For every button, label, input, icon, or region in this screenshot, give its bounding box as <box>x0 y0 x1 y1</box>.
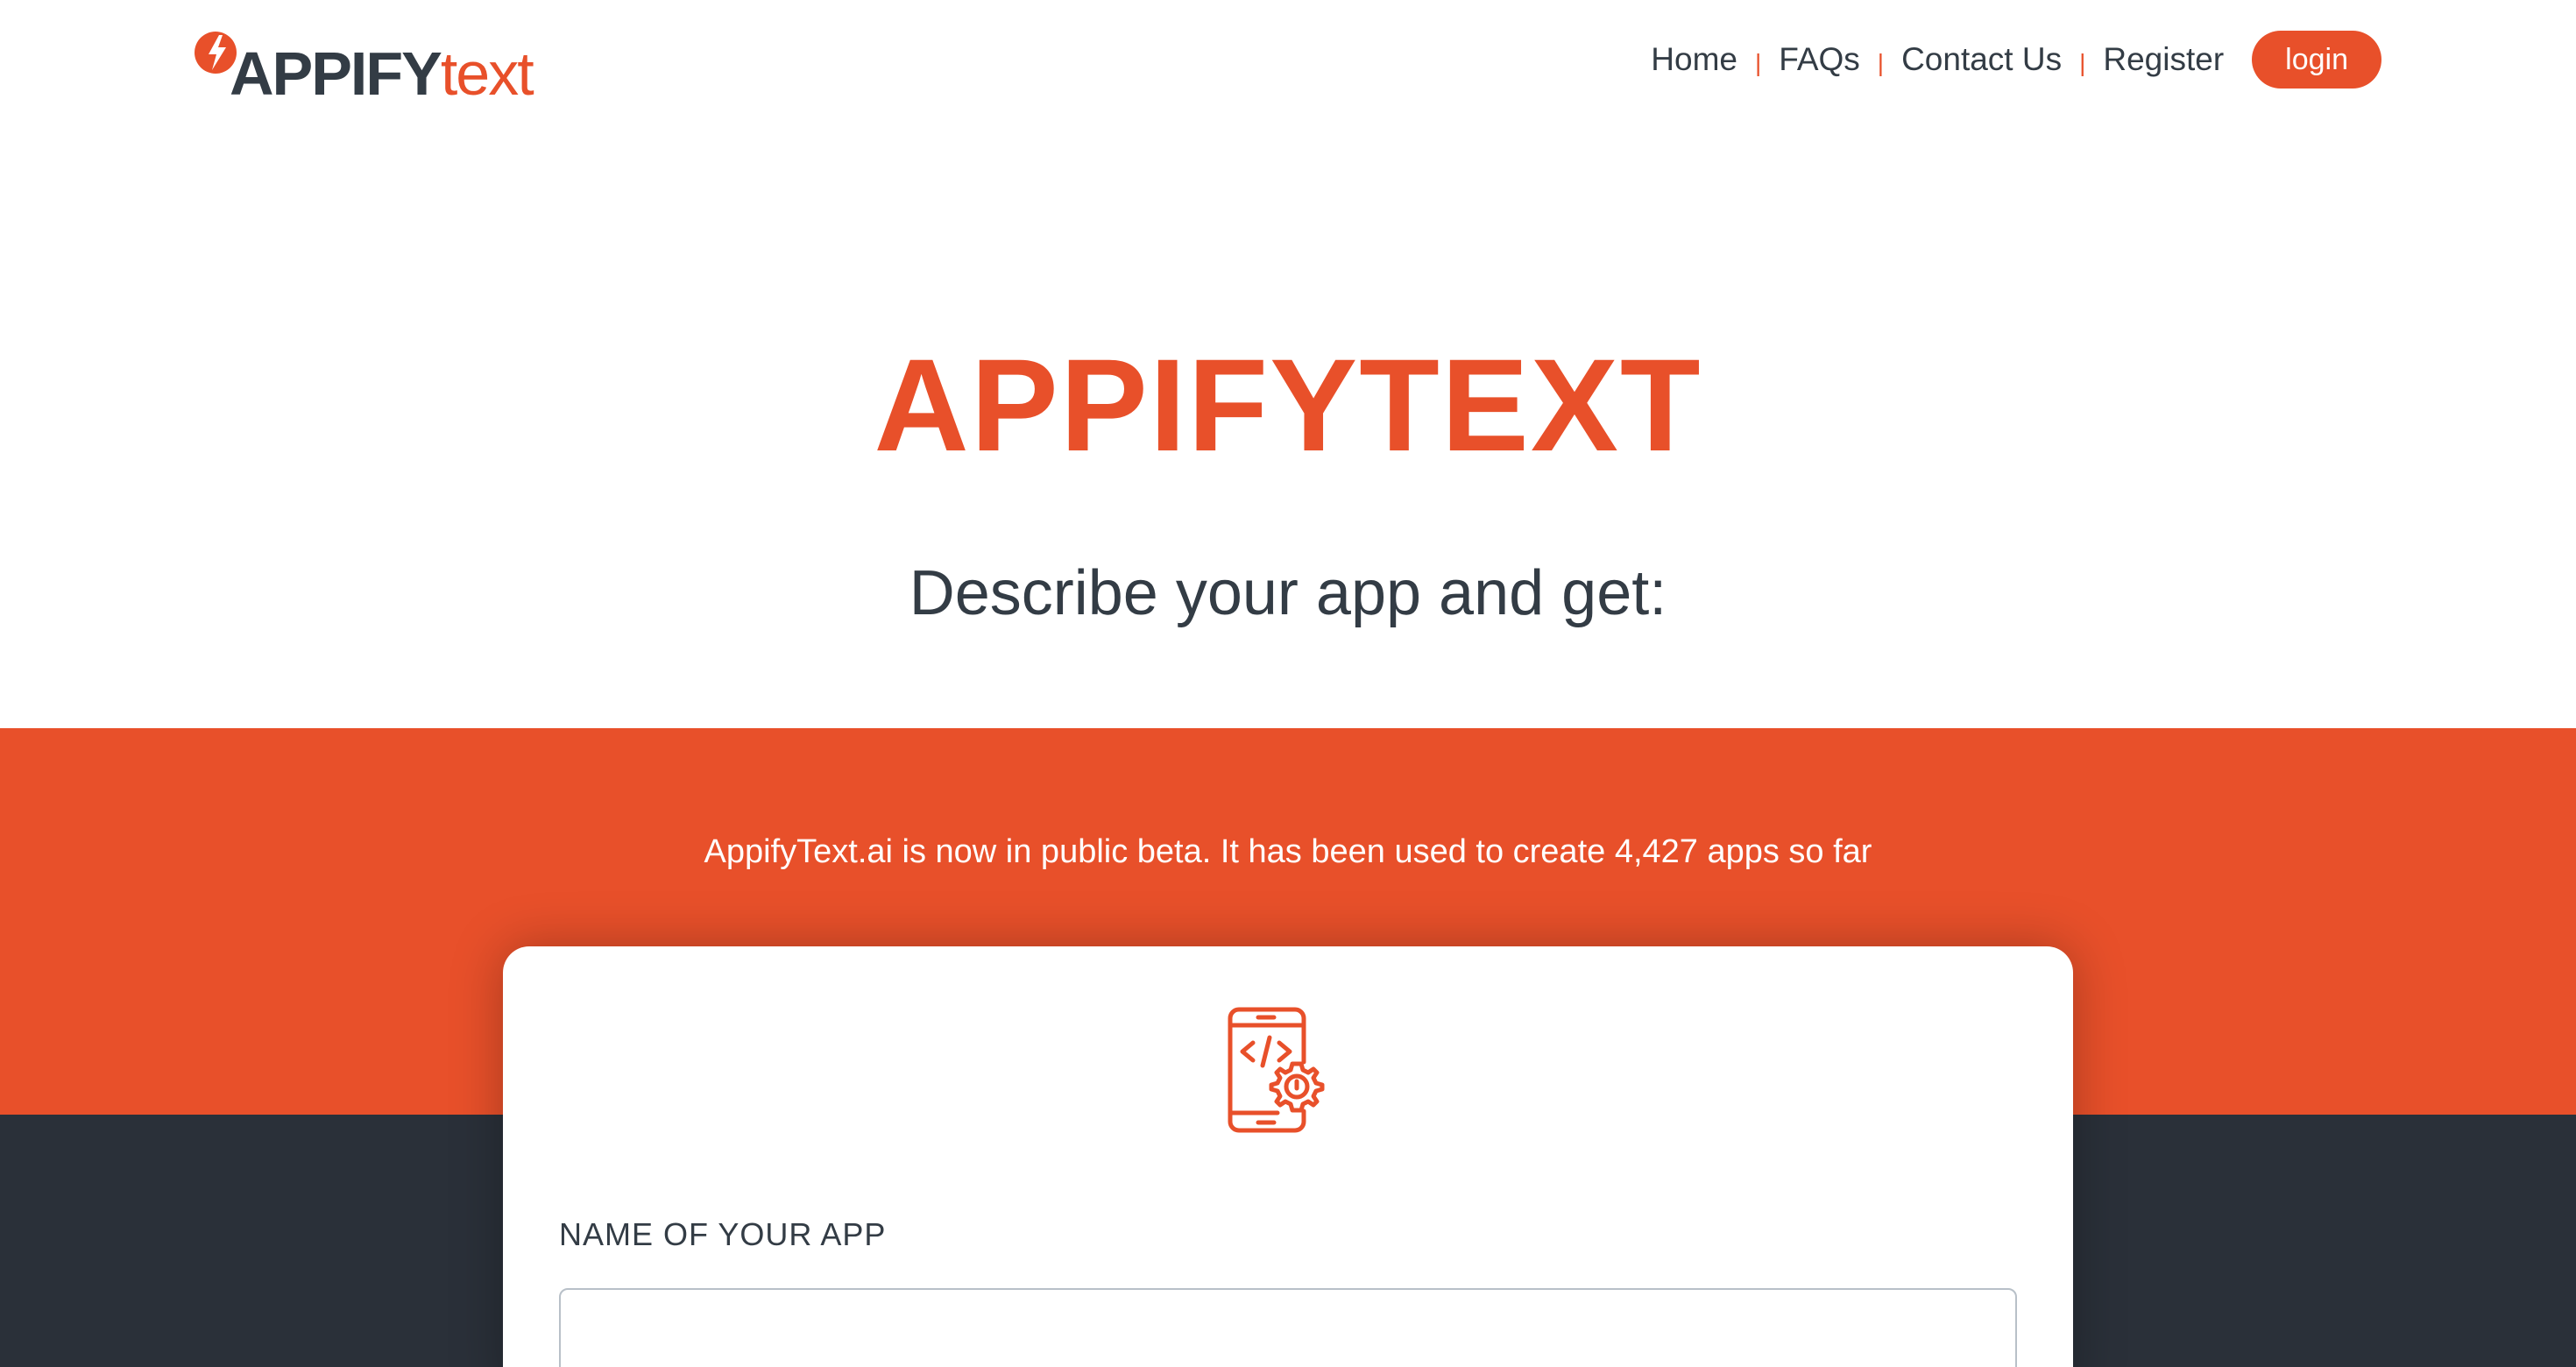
app-name-input[interactable] <box>559 1288 2017 1367</box>
logo-word-light: text <box>440 39 534 108</box>
nav-contact-link[interactable]: Contact Us <box>1901 30 2062 89</box>
logo-wordmark: APPIFYtext <box>230 39 534 109</box>
nav-faqs-link[interactable]: FAQs <box>1779 30 1860 89</box>
hero-title: APPIFYTEXT <box>874 331 1702 478</box>
hero-subtitle: Describe your app and get: <box>909 558 1667 628</box>
nav-home-link[interactable]: Home <box>1651 30 1737 89</box>
main-nav: Home | FAQs | Contact Us | Register logi… <box>1651 30 2381 89</box>
logo-word-bold: APPIFY <box>230 39 442 108</box>
nav-separator: | <box>1877 49 1885 76</box>
nav-separator: | <box>2079 49 2086 76</box>
logo[interactable]: APPIFYtext <box>193 25 561 108</box>
app-name-label: NAME OF YOUR APP <box>559 1216 887 1252</box>
mobile-code-gear-icon <box>1228 1007 1325 1133</box>
beta-banner-text: AppifyText.ai is now in public beta. It … <box>704 833 1872 870</box>
app-form-card: NAME OF YOUR APP <box>503 946 2073 1367</box>
page: APPIFYtext Home | FAQs | Contact Us | Re… <box>0 0 2576 1367</box>
nav-separator: | <box>1754 49 1762 76</box>
login-button[interactable]: login <box>2252 31 2381 89</box>
nav-register-link[interactable]: Register <box>2103 30 2224 89</box>
header: APPIFYtext Home | FAQs | Contact Us | Re… <box>0 0 2576 123</box>
